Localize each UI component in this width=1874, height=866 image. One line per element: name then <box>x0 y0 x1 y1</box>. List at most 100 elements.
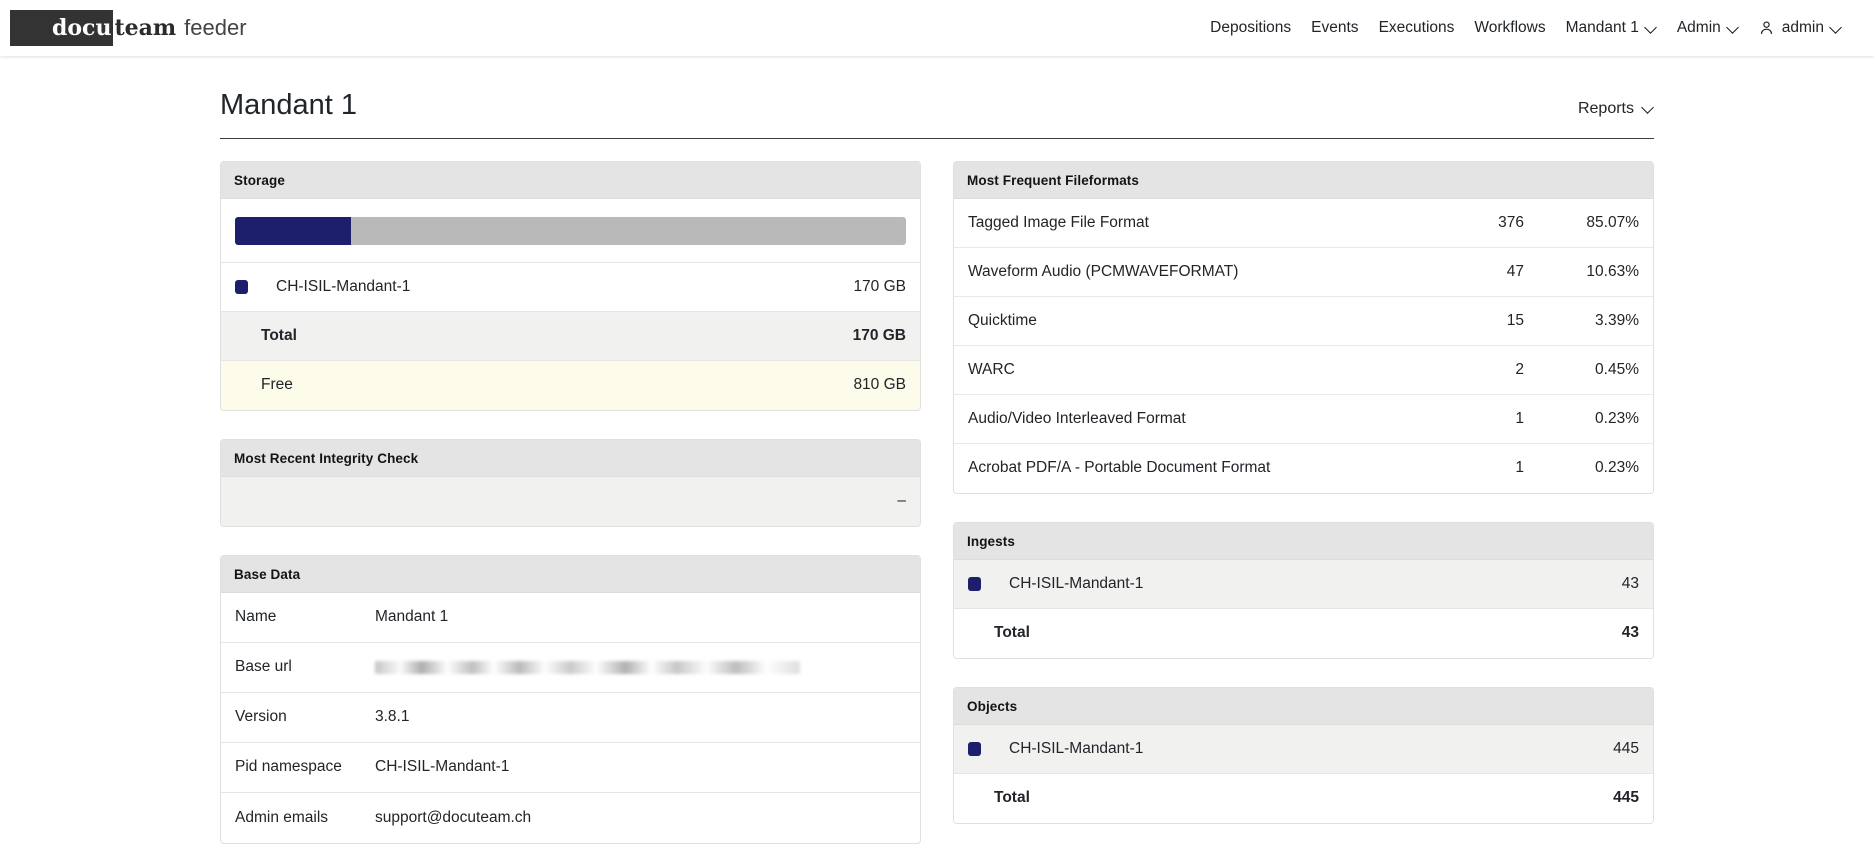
chevron-down-icon <box>1831 22 1842 33</box>
fileformat-name: WARC <box>968 360 1015 378</box>
objects-total-value: 445 <box>1613 789 1639 807</box>
base-data-value: Mandant 1 <box>375 608 449 626</box>
title-divider <box>220 137 1654 139</box>
ingests-total-value: 43 <box>1621 624 1639 642</box>
storage-total-label: Total <box>261 326 297 344</box>
fileformat-row[interactable]: Quicktime 15 3.39% <box>954 297 1653 346</box>
ingests-card-header: Ingests <box>954 522 1653 560</box>
ingests-item-row[interactable]: CH-ISIL-Mandant-1 43 <box>954 559 1653 609</box>
fileformat-name: Quicktime <box>968 311 1037 329</box>
fileformat-count: 1 <box>1515 459 1524 477</box>
color-swatch-icon <box>235 279 248 294</box>
nav-item-workflows[interactable]: Workflows <box>1464 13 1555 43</box>
chevron-down-icon <box>1728 22 1739 33</box>
integrity-check-card-header: Most Recent Integrity Check <box>221 439 920 477</box>
base-data-key: Pid namespace <box>235 758 342 776</box>
person-icon <box>1759 20 1774 36</box>
objects-total-row: Total 445 <box>954 773 1653 823</box>
storage-total-row: Total 170 GB <box>221 311 920 361</box>
nav-item-mandant-dropdown[interactable]: Mandant 1 <box>1556 13 1667 43</box>
fileformat-row[interactable]: WARC 2 0.45% <box>954 346 1653 395</box>
storage-item-value: 170 GB <box>853 277 906 295</box>
nav-item-executions[interactable]: Executions <box>1369 13 1465 43</box>
storage-bar-row <box>221 198 920 263</box>
objects-total-label: Total <box>994 789 1030 807</box>
storage-total-value: 170 GB <box>852 326 906 344</box>
top-navbar: docu team feeder Depositions Events Execut… <box>0 0 1874 56</box>
base-data-row: Base url <box>221 643 920 693</box>
left-column: Storage CH-ISIL-Mandant-1 170 GB Total 1 <box>220 160 921 866</box>
ingests-card: Ingests CH-ISIL-Mandant-1 43 Total 43 <box>953 521 1654 659</box>
nav-item-label: Admin <box>1676 19 1721 36</box>
reports-label: Reports <box>1577 99 1634 117</box>
base-data-key: Name <box>235 608 277 626</box>
fileformat-row[interactable]: Tagged Image File Format 376 85.07% <box>954 199 1653 248</box>
fileformat-count: 376 <box>1498 213 1524 231</box>
fileformat-count: 2 <box>1515 360 1524 378</box>
brand-logo-team: team <box>114 15 177 41</box>
nav-item-label: Mandant 1 <box>1565 19 1639 36</box>
fileformat-row[interactable]: Waveform Audio (PCMWAVEFORMAT) 47 10.63% <box>954 248 1653 297</box>
integrity-check-card: Most Recent Integrity Check – <box>220 438 921 527</box>
base-data-value: 3.8.1 <box>375 708 410 726</box>
fileformat-count: 47 <box>1506 262 1524 280</box>
nav-item-admin-dropdown[interactable]: Admin <box>1667 13 1749 43</box>
nav-item-label: Events <box>1311 19 1359 36</box>
chevron-down-icon <box>1643 102 1654 113</box>
fileformat-row[interactable]: Acrobat PDF/A - Portable Document Format… <box>954 444 1653 493</box>
fileformats-card-header: Most Frequent Fileformats <box>954 161 1653 199</box>
nav-item-events[interactable]: Events <box>1301 13 1368 43</box>
reports-dropdown-button[interactable]: Reports <box>1578 100 1654 122</box>
ingests-total-label: Total <box>994 624 1030 642</box>
color-swatch-icon <box>968 741 981 756</box>
nav-item-depositions[interactable]: Depositions <box>1200 13 1301 43</box>
brand-product-name: feeder <box>184 15 247 40</box>
storage-free-row: Free 810 GB <box>221 360 920 410</box>
nav-item-label: Executions <box>1378 19 1455 36</box>
base-data-key: Base url <box>235 658 292 676</box>
fileformat-percent: 0.45% <box>1595 360 1639 378</box>
brand-logo[interactable]: docu team feeder <box>10 10 247 46</box>
primary-navigation: Depositions Events Executions Workflows … <box>1200 13 1852 43</box>
ingests-item-label: CH-ISIL-Mandant-1 <box>1009 574 1144 592</box>
fileformat-row[interactable]: Audio/Video Interleaved Format 1 0.23% <box>954 395 1653 444</box>
fileformat-name: Tagged Image File Format <box>968 213 1149 231</box>
storage-card-header: Storage <box>221 161 920 199</box>
storage-free-label: Free <box>261 376 293 394</box>
nav-item-label: admin <box>1781 19 1824 36</box>
base-data-value-redacted <box>375 658 906 676</box>
ingests-total-row: Total 43 <box>954 608 1653 658</box>
base-data-key: Version <box>235 708 287 726</box>
base-data-card: Base Data Name Mandant 1 Base url Versio… <box>220 554 921 844</box>
base-data-value: support@docuteam.ch <box>375 808 532 826</box>
fileformat-name: Waveform Audio (PCMWAVEFORMAT) <box>968 262 1239 280</box>
storage-card: Storage CH-ISIL-Mandant-1 170 GB Total 1 <box>220 160 921 411</box>
fileformat-percent: 0.23% <box>1595 459 1639 477</box>
objects-item-row[interactable]: CH-ISIL-Mandant-1 445 <box>954 724 1653 774</box>
base-data-row: Name Mandant 1 <box>221 593 920 643</box>
objects-card-header: Objects <box>954 687 1653 725</box>
storage-progress-fill <box>235 216 352 245</box>
storage-item-row[interactable]: CH-ISIL-Mandant-1 170 GB <box>221 262 920 312</box>
base-data-row: Admin emails support@docuteam.ch <box>221 793 920 843</box>
fileformats-card: Most Frequent Fileformats Tagged Image F… <box>953 160 1654 494</box>
fileformat-count: 15 <box>1506 311 1524 329</box>
fileformat-percent: 85.07% <box>1586 213 1639 231</box>
fileformat-count: 1 <box>1515 409 1524 427</box>
dashboard-columns: Storage CH-ISIL-Mandant-1 170 GB Total 1 <box>220 160 1654 866</box>
fileformat-name: Audio/Video Interleaved Format <box>968 409 1186 427</box>
fileformat-percent: 0.23% <box>1595 409 1639 427</box>
base-data-value: CH-ISIL-Mandant-1 <box>375 758 510 776</box>
objects-item-value: 445 <box>1613 739 1639 757</box>
page-body: Mandant 1 Reports Storage CH-ISIL-Mandan… <box>0 56 1874 866</box>
fileformat-percent: 3.39% <box>1595 311 1639 329</box>
nav-item-user-menu[interactable]: admin <box>1749 13 1852 43</box>
nav-item-label: Workflows <box>1474 19 1546 36</box>
storage-progress-track <box>235 216 906 245</box>
storage-free-value: 810 GB <box>853 376 906 394</box>
fileformat-name: Acrobat PDF/A - Portable Document Format <box>968 459 1271 477</box>
base-data-key: Admin emails <box>235 808 329 826</box>
page-header-row: Mandant 1 Reports <box>220 89 1654 138</box>
base-data-row: Pid namespace CH-ISIL-Mandant-1 <box>221 743 920 793</box>
base-data-row: Version 3.8.1 <box>221 693 920 743</box>
